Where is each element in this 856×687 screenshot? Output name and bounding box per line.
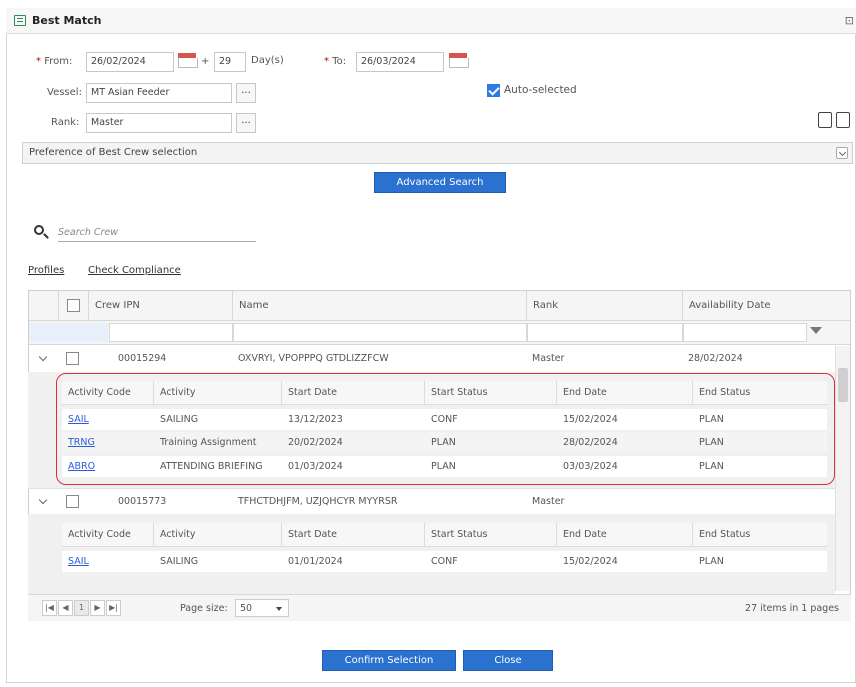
to-calendar-icon[interactable] (447, 51, 469, 69)
activity-start-date: 01/01/2024 (288, 556, 343, 567)
crew-name: OXVRYI, VPOPPPQ GTDLIZZFCW (238, 353, 389, 364)
preference-panel-header[interactable]: Preference of Best Crew selection (22, 142, 853, 164)
table-row[interactable]: 00015773 TFHCTDHJFM, UZJQHCYR MYYRSR Mas… (28, 488, 835, 514)
filter-icon[interactable] (810, 327, 822, 334)
last-page-button[interactable]: ▶| (106, 600, 121, 616)
vessel-label: Vessel: (47, 87, 82, 98)
auto-selected-label: Auto-selected (504, 84, 577, 96)
crew-rank: Master (532, 496, 565, 507)
page-number-button[interactable]: 1 (74, 600, 89, 616)
sub-header-end-status[interactable]: End Status (693, 523, 827, 547)
column-header-name[interactable]: Name (233, 291, 527, 321)
activity-start-status: CONF (431, 556, 458, 567)
sub-header-activity-code[interactable]: Activity Code (62, 523, 154, 547)
page-size-value: 50 (240, 603, 253, 614)
to-date-input[interactable]: 26/03/2024 (356, 52, 444, 72)
first-page-button[interactable]: |◀ (42, 600, 57, 616)
auto-selected-checkbox[interactable] (487, 84, 500, 97)
rank-lookup-button[interactable]: ... (236, 113, 256, 133)
pager: |◀ ◀ 1 ▶ ▶| Page size: 50 27 items in 1 … (28, 594, 851, 621)
expand-column-header (29, 291, 59, 321)
check-compliance-link[interactable]: Check Compliance (88, 265, 181, 276)
filter-availability[interactable] (683, 323, 807, 342)
crew-ipn: 00015294 (118, 353, 167, 364)
dropdown-icon[interactable] (276, 607, 282, 611)
from-label: * From: (36, 56, 73, 67)
page-size-label: Page size: (180, 603, 228, 614)
plus-label: + (201, 56, 210, 67)
days-label: Day(s) (251, 55, 284, 66)
prev-page-button[interactable]: ◀ (58, 600, 73, 616)
filter-crew-ipn[interactable] (109, 323, 233, 342)
advanced-search-button[interactable]: Advanced Search (374, 172, 506, 193)
table-row[interactable]: 00015294 OXVRYI, VPOPPPQ GTDLIZZFCW Mast… (28, 346, 835, 372)
filter-name[interactable] (233, 323, 527, 342)
sub-header-start-date[interactable]: Start Date (282, 523, 425, 547)
vessel-input[interactable]: MT Asian Feeder (86, 83, 232, 103)
row-checkbox[interactable] (66, 495, 79, 508)
sub-header-end-date[interactable]: End Date (557, 523, 693, 547)
search-crew-input[interactable]: Search Crew (58, 224, 256, 242)
window-title: Best Match (32, 14, 102, 27)
list-icon (14, 15, 26, 26)
row-checkbox[interactable] (66, 352, 79, 365)
filter-rank[interactable] (527, 323, 683, 342)
export-excel-icon[interactable] (836, 112, 850, 128)
confirm-selection-button[interactable]: Confirm Selection (322, 650, 456, 671)
sub-header-start-status[interactable]: Start Status (425, 523, 557, 547)
scrollbar-thumb[interactable] (838, 368, 848, 402)
days-input[interactable]: 29 (214, 52, 246, 72)
select-all-checkbox[interactable] (67, 299, 80, 312)
activity-end-date: 15/02/2024 (563, 556, 618, 567)
column-header-crew-ipn[interactable]: Crew IPN (89, 291, 233, 321)
activity-row: SAIL SAILING 01/01/2024 CONF 15/02/2024 … (62, 551, 827, 572)
close-button[interactable]: Close (463, 650, 553, 671)
highlight-annotation (56, 373, 835, 485)
crew-rank: Master (532, 353, 565, 364)
window-menu-icon[interactable]: ⊡ (845, 14, 854, 27)
filter-row (29, 321, 850, 345)
crew-ipn: 00015773 (118, 496, 167, 507)
collapse-row-icon[interactable] (38, 352, 48, 362)
column-header-availability-date[interactable]: Availability Date (683, 291, 850, 321)
rank-input[interactable]: Master (86, 113, 232, 133)
rank-label: Rank: (51, 117, 80, 128)
grid-scrollbar[interactable] (835, 346, 850, 591)
sub-header-activity[interactable]: Activity (154, 523, 282, 547)
vessel-lookup-button[interactable]: ... (236, 83, 256, 103)
to-label: * To: (324, 56, 347, 67)
profiles-link[interactable]: Profiles (28, 265, 64, 276)
filter-spacer (29, 323, 108, 342)
preference-label: Preference of Best Crew selection (29, 147, 198, 158)
activity-end-status: PLAN (699, 556, 724, 567)
title-bar: Best Match ⊡ (6, 8, 856, 34)
export-pdf-icon[interactable] (818, 112, 832, 128)
activity-name: SAILING (160, 556, 199, 567)
pager-summary: 27 items in 1 pages (745, 603, 839, 614)
page-size-select[interactable]: 50 (235, 599, 289, 617)
activity-code-link[interactable]: SAIL (68, 556, 89, 567)
crew-availability: 28/02/2024 (688, 353, 743, 364)
crew-name: TFHCTDHJFM, UZJQHCYR MYYRSR (238, 496, 398, 507)
collapse-row-icon[interactable] (38, 495, 48, 505)
next-page-button[interactable]: ▶ (90, 600, 105, 616)
select-column-header (59, 291, 89, 321)
column-header-rank[interactable]: Rank (527, 291, 683, 321)
from-date-input[interactable]: 26/02/2024 (86, 52, 174, 72)
chevron-down-icon[interactable] (836, 147, 848, 159)
from-calendar-icon[interactable] (176, 51, 198, 69)
